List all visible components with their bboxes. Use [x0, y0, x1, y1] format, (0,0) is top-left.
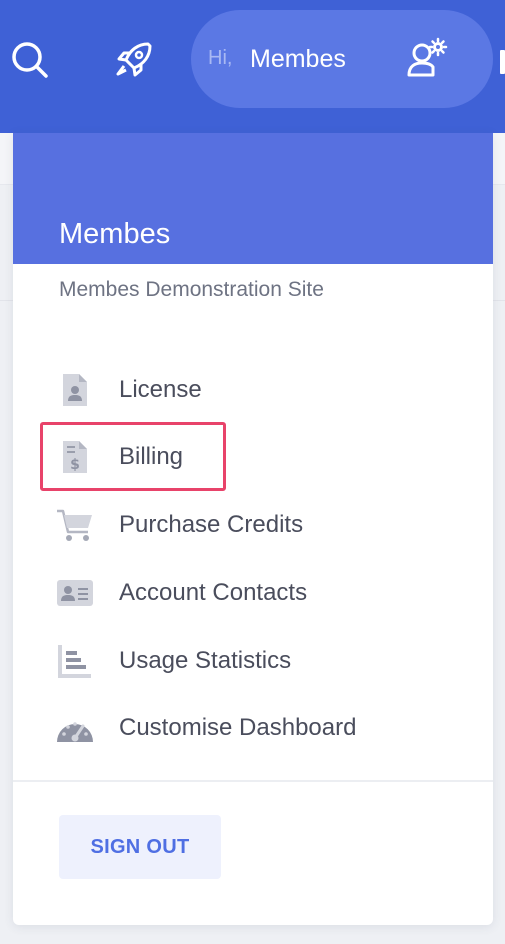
- user-name: Membes: [250, 45, 346, 73]
- overflow-icon: [500, 50, 505, 74]
- menu-item-customise-dashboard[interactable]: Customise Dashboard: [53, 703, 453, 753]
- menu-item-label: Customise Dashboard: [119, 714, 357, 741]
- dropdown-header: Membes: [13, 133, 493, 264]
- dropdown-title: Membes: [59, 218, 171, 250]
- dropdown-subtitle: Membes Demonstration Site: [59, 278, 324, 301]
- menu-item-label: Purchase Credits: [119, 511, 304, 538]
- dropdown-divider: [13, 780, 493, 782]
- menu-item-license[interactable]: License: [53, 365, 453, 415]
- menu-item-account-contacts[interactable]: Account Contacts: [53, 568, 453, 618]
- menu-item-label: Account Contacts: [119, 579, 308, 606]
- greeting-text: Hi,: [208, 47, 233, 69]
- menu-item-purchase-credits[interactable]: Purchase Credits: [53, 500, 453, 550]
- contact-card-icon: [55, 573, 95, 613]
- bar-chart-icon: [55, 641, 95, 681]
- billing-highlight-box: [40, 422, 226, 491]
- search-icon[interactable]: [8, 38, 52, 82]
- user-dropdown-panel: Membes Membes Demonstration Site License…: [13, 133, 493, 925]
- rocket-icon[interactable]: [112, 38, 156, 82]
- user-menu-toggle[interactable]: Hi, Membes: [191, 10, 493, 108]
- shopping-cart-icon: [55, 505, 95, 545]
- menu-item-usage-statistics[interactable]: Usage Statistics: [53, 636, 453, 686]
- menu-item-label: Usage Statistics: [119, 647, 292, 674]
- top-navbar: Hi, Membes: [0, 0, 505, 133]
- dashboard-gauge-icon: [55, 708, 95, 748]
- menu-item-label: License: [119, 376, 202, 403]
- license-document-icon: [55, 370, 95, 410]
- sign-out-button[interactable]: SIGN OUT: [59, 815, 221, 879]
- user-settings-icon: [405, 37, 449, 81]
